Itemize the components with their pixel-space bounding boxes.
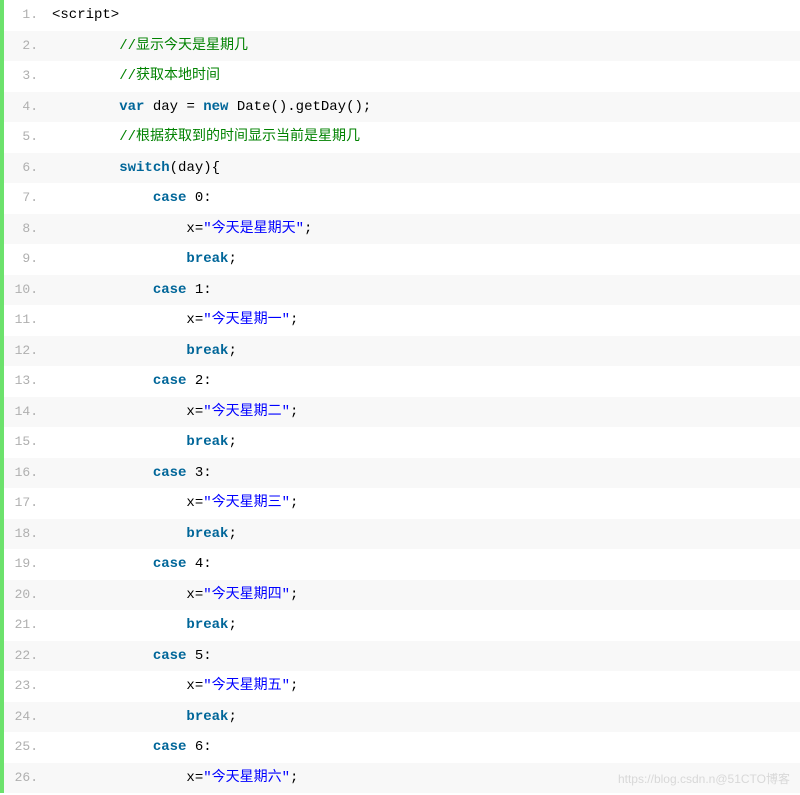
code-content: switch(day){: [48, 153, 220, 184]
code-line: 25. case 6:: [4, 732, 800, 763]
code-content: x="今天星期三";: [48, 488, 298, 519]
code-content: x="今天星期六";: [48, 763, 298, 794]
code-line: 3. //获取本地时间: [4, 61, 800, 92]
watermark: https://blog.csdn.n@51CTO博客: [618, 770, 790, 787]
code-content: x="今天星期四";: [48, 580, 298, 611]
code-content: <script>: [48, 0, 119, 31]
code-content: break;: [48, 336, 237, 367]
code-content: case 1:: [48, 275, 212, 306]
code-line: 22. case 5:: [4, 641, 800, 672]
code-content: case 0:: [48, 183, 212, 214]
code-content: case 6:: [48, 732, 212, 763]
code-line: 7. case 0:: [4, 183, 800, 214]
code-line: 23. x="今天星期五";: [4, 671, 800, 702]
code-content: x="今天星期二";: [48, 397, 298, 428]
code-line: 24. break;: [4, 702, 800, 733]
line-number: 13.: [4, 366, 48, 397]
line-number: 26.: [4, 763, 48, 794]
line-number: 7.: [4, 183, 48, 214]
code-line: 21. break;: [4, 610, 800, 641]
line-number: 21.: [4, 610, 48, 641]
code-line: 16. case 3:: [4, 458, 800, 489]
line-number: 3.: [4, 61, 48, 92]
code-line: 18. break;: [4, 519, 800, 550]
code-line: 1.<script>: [4, 0, 800, 31]
line-number: 14.: [4, 397, 48, 428]
line-number: 22.: [4, 641, 48, 672]
line-number: 15.: [4, 427, 48, 458]
code-line: 12. break;: [4, 336, 800, 367]
line-number: 1.: [4, 0, 48, 31]
line-number: 20.: [4, 580, 48, 611]
code-line: 10. case 1:: [4, 275, 800, 306]
code-content: var day = new Date().getDay();: [48, 92, 371, 123]
code-content: //显示今天是星期几: [48, 31, 248, 62]
code-line: 19. case 4:: [4, 549, 800, 580]
code-line: 5. //根据获取到的时间显示当前是星期几: [4, 122, 800, 153]
code-content: break;: [48, 244, 237, 275]
code-content: //获取本地时间: [48, 61, 220, 92]
line-number: 23.: [4, 671, 48, 702]
code-content: break;: [48, 519, 237, 550]
code-content: break;: [48, 610, 237, 641]
line-number: 5.: [4, 122, 48, 153]
code-content: case 5:: [48, 641, 212, 672]
code-line: 14. x="今天星期二";: [4, 397, 800, 428]
code-content: x="今天星期一";: [48, 305, 298, 336]
code-line: 2. //显示今天是星期几: [4, 31, 800, 62]
code-line: 8. x="今天是星期天";: [4, 214, 800, 245]
code-line: 15. break;: [4, 427, 800, 458]
code-line: 9. break;: [4, 244, 800, 275]
code-line: 6. switch(day){: [4, 153, 800, 184]
line-number: 17.: [4, 488, 48, 519]
line-number: 12.: [4, 336, 48, 367]
line-number: 2.: [4, 31, 48, 62]
line-number: 6.: [4, 153, 48, 184]
code-content: case 2:: [48, 366, 212, 397]
code-content: break;: [48, 427, 237, 458]
code-content: x="今天是星期天";: [48, 214, 312, 245]
line-number: 18.: [4, 519, 48, 550]
line-number: 10.: [4, 275, 48, 306]
line-number: 24.: [4, 702, 48, 733]
line-number: 4.: [4, 92, 48, 123]
line-number: 8.: [4, 214, 48, 245]
code-content: case 3:: [48, 458, 212, 489]
code-content: x="今天星期五";: [48, 671, 298, 702]
code-line: 20. x="今天星期四";: [4, 580, 800, 611]
code-line: 11. x="今天星期一";: [4, 305, 800, 336]
code-line: 13. case 2:: [4, 366, 800, 397]
code-content: //根据获取到的时间显示当前是星期几: [48, 122, 360, 153]
code-block: 1.<script>2. //显示今天是星期几3. //获取本地时间4. var…: [0, 0, 800, 793]
line-number: 9.: [4, 244, 48, 275]
line-number: 25.: [4, 732, 48, 763]
line-number: 19.: [4, 549, 48, 580]
line-number: 11.: [4, 305, 48, 336]
code-content: break;: [48, 702, 237, 733]
code-line: 4. var day = new Date().getDay();: [4, 92, 800, 123]
code-content: case 4:: [48, 549, 212, 580]
code-line: 17. x="今天星期三";: [4, 488, 800, 519]
line-number: 16.: [4, 458, 48, 489]
